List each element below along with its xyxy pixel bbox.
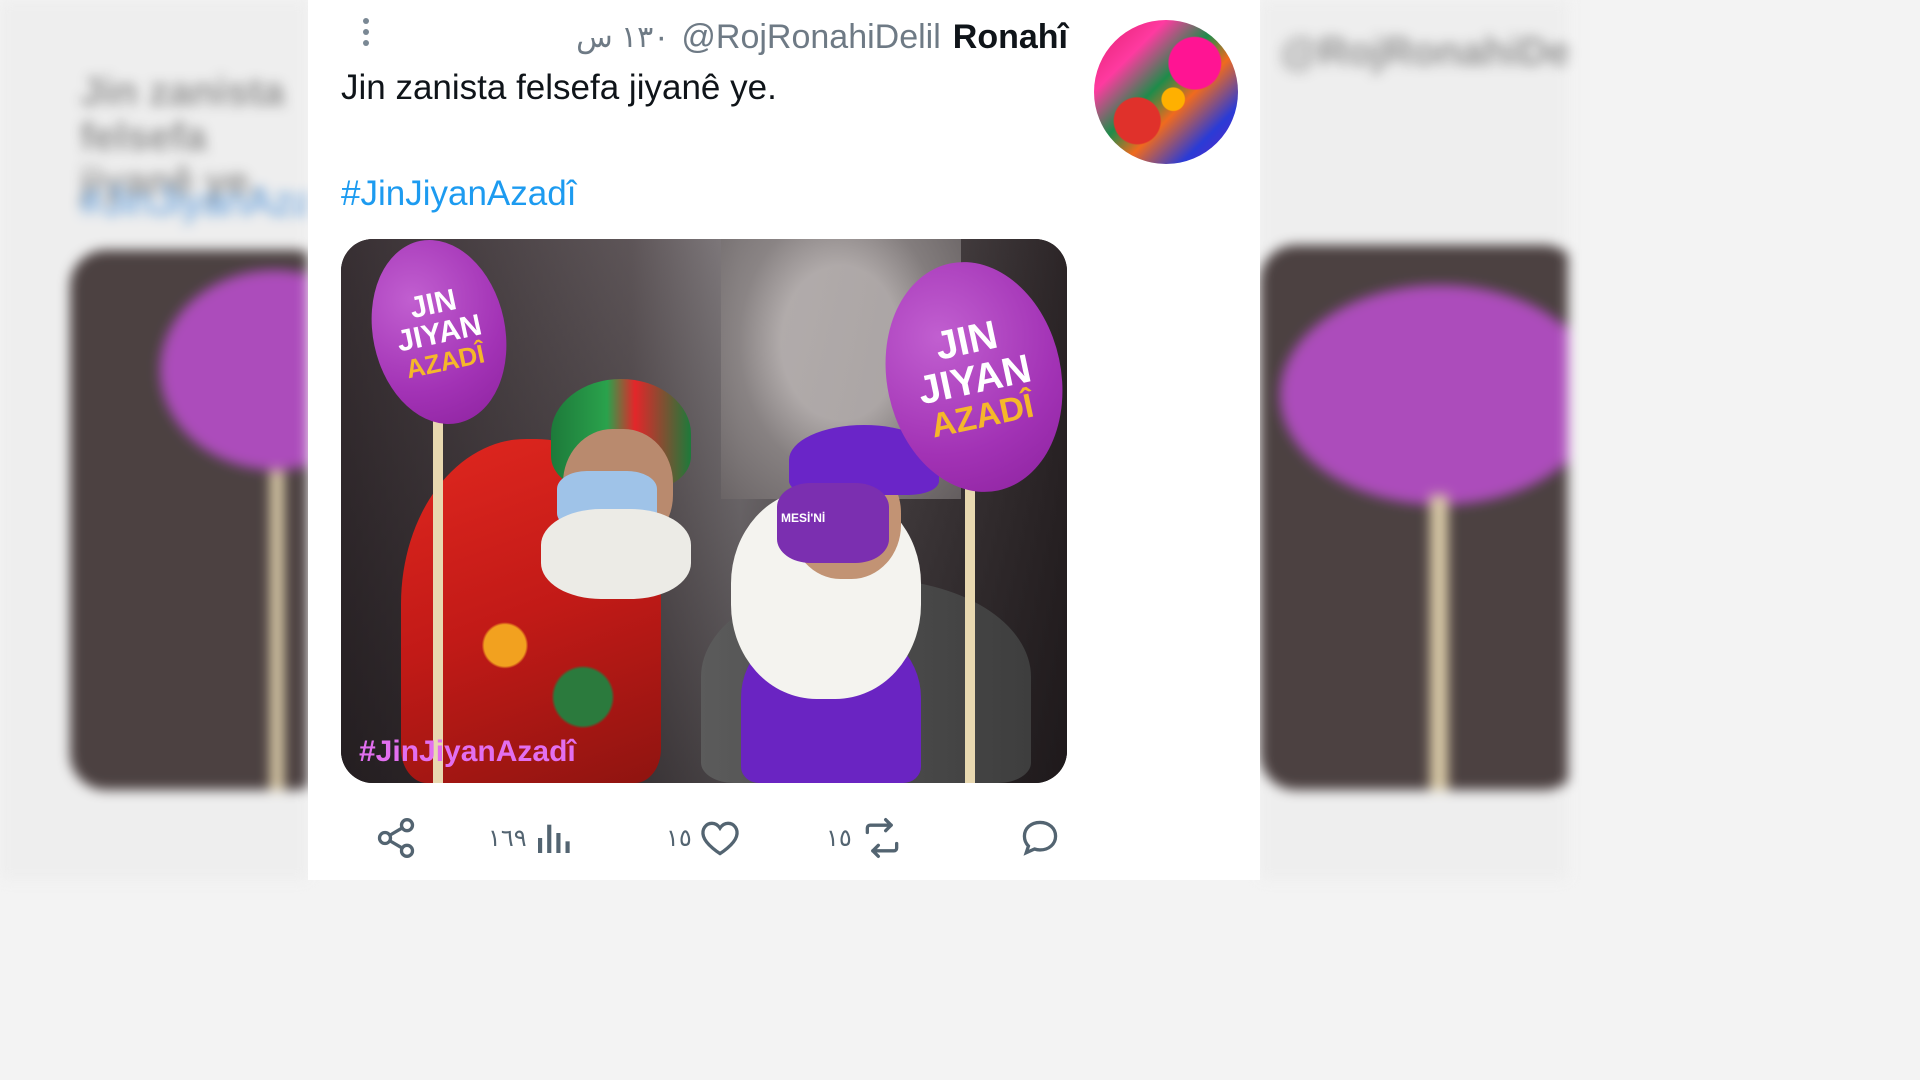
tweet-action-bar: ١٦٩ ١٥ ١٥ bbox=[308, 810, 1260, 866]
blurred-photo bbox=[70, 250, 308, 790]
sign-stick-right bbox=[965, 487, 975, 783]
more-vertical-icon[interactable] bbox=[360, 18, 372, 52]
tweet-card: ١٣٠ س @RojRonahiDelil Ronahî Jin zanista… bbox=[308, 0, 1260, 880]
views-icon bbox=[537, 824, 570, 853]
blurred-background-right: @RojRonahiDelil bbox=[1260, 0, 1568, 880]
heart-icon bbox=[701, 821, 739, 856]
repost-count: ١٥ bbox=[826, 824, 852, 852]
blurred-hashtag: #JinJiyanAzadî bbox=[80, 180, 308, 224]
tweet-header: ١٣٠ س @RojRonahiDelil Ronahî bbox=[576, 14, 1068, 60]
woman-left-veil bbox=[541, 509, 691, 599]
blurred-sign-stick bbox=[270, 470, 284, 790]
blurred-sign bbox=[160, 270, 308, 470]
blurred-background-left: Jin zanista felsefa jiyanê ye. #JinJiyan… bbox=[0, 0, 308, 880]
sign-stick-left bbox=[433, 419, 443, 783]
author-display-name[interactable]: Ronahî bbox=[953, 18, 1068, 57]
reply-icon bbox=[1022, 820, 1058, 856]
mask-text: MESİ'Nİ bbox=[781, 511, 826, 525]
reply-button[interactable] bbox=[1018, 810, 1062, 866]
tweet-timestamp[interactable]: ١٣٠ س bbox=[576, 20, 669, 55]
repost-button[interactable]: ١٥ bbox=[826, 810, 906, 866]
blurred-sign-stick bbox=[1430, 495, 1448, 790]
share-icon bbox=[377, 818, 415, 858]
views-button[interactable]: ١٦٩ bbox=[488, 810, 573, 866]
blurred-photo bbox=[1260, 245, 1568, 790]
photo-caption: #JinJiyanAzadî bbox=[359, 735, 576, 768]
hashtag-link[interactable]: #JinJiyanAzadî bbox=[341, 174, 576, 214]
avatar[interactable] bbox=[1094, 20, 1238, 164]
views-count: ١٦٩ bbox=[488, 824, 527, 852]
tweet-photo[interactable]: MESİ'Nİ JIN JIYAN AZADÎ JIN JIYAN AZADÎ … bbox=[341, 239, 1067, 783]
share-button[interactable] bbox=[374, 810, 418, 866]
tweet-text: Jin zanista felsefa jiyanê ye. bbox=[341, 68, 777, 107]
author-handle[interactable]: @RojRonahiDelil bbox=[681, 18, 940, 57]
repost-icon bbox=[865, 818, 899, 858]
like-count: ١٥ bbox=[666, 824, 692, 852]
like-button[interactable]: ١٥ bbox=[666, 810, 742, 866]
blurred-handle: @RojRonahiDelil bbox=[1280, 30, 1568, 74]
blurred-sign bbox=[1280, 285, 1568, 505]
